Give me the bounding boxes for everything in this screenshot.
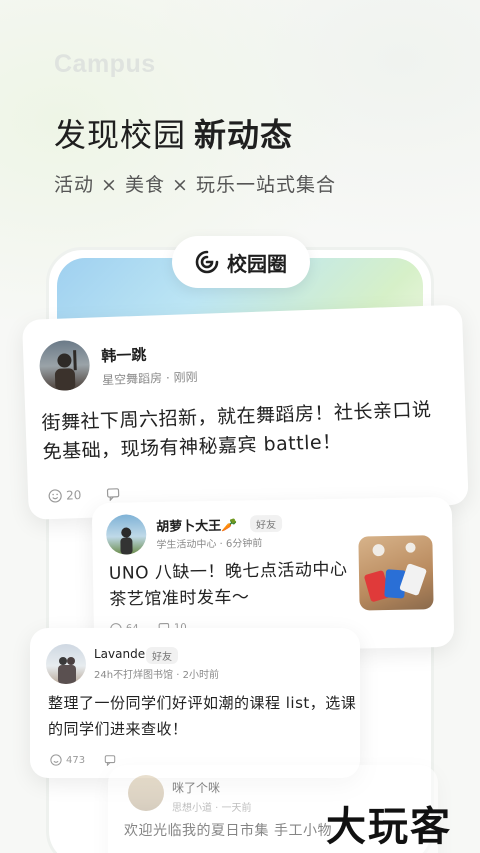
- post-meta: 星空舞蹈房 · 刚刚: [101, 369, 198, 388]
- watermark-logo: 大玩客: [326, 804, 452, 850]
- comment-stat[interactable]: [104, 754, 116, 766]
- post-time: 一天前: [221, 803, 252, 814]
- smile-icon: [50, 754, 62, 766]
- post-text: 整理了一份同学们好评如潮的课程 list，选课的同学们进来查收！: [48, 694, 357, 739]
- post-meta: 学生活动中心 · 6分钟前: [156, 538, 263, 552]
- page-subline: 活动 × 美食 × 玩乐一站式集合: [54, 174, 336, 196]
- post-location: 思想小道: [172, 803, 212, 814]
- post-location: 学生活动中心: [156, 538, 217, 552]
- campus-circle-pill[interactable]: 校园圈: [172, 236, 310, 288]
- post-meta: 思想小道 · 一天前: [172, 803, 252, 814]
- friend-badge: 好友: [146, 647, 178, 664]
- like-stat[interactable]: 473: [50, 754, 85, 766]
- headline-part1: 发现校园: [54, 116, 187, 154]
- post-time: 2小时前: [182, 670, 219, 681]
- comment-icon: [104, 755, 116, 766]
- like-count: 473: [66, 754, 86, 766]
- post-text: UNO 八缺一！晚七点活动中心茶艺馆准时发车～: [108, 559, 348, 611]
- post-author[interactable]: 胡萝卜大王🥕: [156, 515, 237, 535]
- pill-label: 校园圈: [227, 251, 287, 276]
- post-author[interactable]: Lavande: [94, 647, 145, 661]
- post-image[interactable]: [358, 535, 434, 611]
- post-location: 星空舞蹈房: [101, 371, 163, 388]
- avatar-photo-icon: [54, 350, 77, 391]
- avatar-photo-icon: [58, 657, 76, 684]
- uno-cards-icon: [364, 542, 427, 602]
- post-text: 街舞社下周六招新，就在舞蹈房！社长亲口说免基础，现场有神秘嘉宾 battle！: [41, 398, 432, 464]
- post-time: 刚刚: [173, 369, 198, 385]
- page-headline: 发现校园 新动态: [54, 110, 293, 156]
- avatar[interactable]: [128, 775, 164, 811]
- brand-logo-text: Campus: [54, 50, 156, 78]
- avatar-photo-icon: [120, 527, 133, 555]
- post-card-1[interactable]: 韩一跳 星空舞蹈房 · 刚刚 街舞社下周六招新，就在舞蹈房！社长亲口说免基础，现…: [22, 304, 469, 520]
- post-author[interactable]: 韩一跳: [101, 344, 147, 367]
- post-card-3[interactable]: Lavande 好友 24h不打烊图书馆 · 2小时前 整理了一份同学们好评如潮…: [30, 628, 360, 778]
- comment-icon: [106, 488, 120, 502]
- friend-badge: 好友: [249, 514, 283, 533]
- smile-icon: [48, 489, 62, 503]
- avatar[interactable]: [105, 514, 147, 555]
- post-author[interactable]: 咪了个咪: [172, 779, 220, 796]
- post-time: 6分钟前: [225, 538, 263, 550]
- like-count: 20: [65, 488, 82, 503]
- post-location: 24h不打烊图书馆: [94, 670, 174, 681]
- avatar[interactable]: [46, 644, 86, 684]
- headline-part2: 新动态: [194, 116, 294, 154]
- circle-spiral-icon: [195, 250, 219, 274]
- post-meta: 24h不打烊图书馆 · 2小时前: [94, 670, 219, 681]
- like-stat[interactable]: 20: [48, 488, 82, 503]
- avatar[interactable]: [38, 339, 91, 392]
- comment-stat[interactable]: [106, 487, 120, 502]
